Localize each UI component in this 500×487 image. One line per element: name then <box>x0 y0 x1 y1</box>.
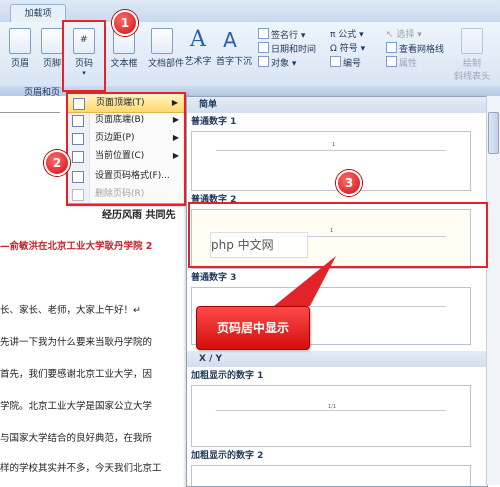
object-button[interactable]: 对象 ▾ <box>258 56 316 70</box>
gallery-item-bold-number-1[interactable]: 1/1 <box>191 385 471 447</box>
omega-icon: Ω <box>330 44 340 54</box>
gallery-item-plain-number-1[interactable]: 1 <box>191 131 471 191</box>
doc-paragraph: 与国家大学结合的良好典范，在我所 <box>0 433 153 444</box>
doc-subtitle: —俞敏洪在北京工业大学耿丹学院 2 <box>0 241 153 252</box>
thumb-number: 1/1 <box>328 404 337 410</box>
gallery-section-header: 简单 <box>187 97 487 113</box>
drop-cap-button[interactable]: A 首字下沉 <box>216 28 252 67</box>
footer-icon <box>41 28 63 54</box>
gallery-item-label: 普通数字 1 <box>191 117 237 127</box>
gallery-item-label: 加粗显示的数字 2 <box>191 451 264 461</box>
symbol-button[interactable]: Ω 符号 ▾ <box>330 42 365 56</box>
thumb-number: 1 <box>332 142 336 148</box>
doc-title: 经历风雨 共同先 <box>102 210 176 221</box>
view-gridlines-button[interactable]: 查看网格线 <box>386 42 444 56</box>
signature-icon <box>258 28 269 39</box>
thumb-line <box>216 150 446 151</box>
doc-paragraph: 长、家长、老师，大家上午好！↵ <box>0 305 141 316</box>
numbering-button[interactable]: 编号 <box>330 56 365 70</box>
thumb-line <box>216 410 446 411</box>
gallery-section-header: X / Y <box>187 351 487 367</box>
quick-parts-button[interactable]: 文档部件 <box>148 28 184 69</box>
properties-icon <box>386 56 397 67</box>
symbols-group: π 公式 ▾ Ω 符号 ▾ 编号 <box>330 28 365 70</box>
drop-cap-icon: A <box>223 28 237 52</box>
doc-paragraph: 学院。北京工业大学是国家公立大学 <box>0 401 153 412</box>
wordart-icon: A <box>190 27 206 52</box>
table-icon <box>461 28 483 54</box>
callout-label: 页码居中显示 <box>196 306 310 350</box>
calendar-icon <box>258 42 269 53</box>
gallery-item-label: 加粗显示的数字 1 <box>191 371 264 381</box>
step-badge-1: 1 <box>112 10 138 36</box>
highlight-box-page-number <box>62 20 106 92</box>
header-icon <box>9 28 31 54</box>
signature-line-button[interactable]: 签名行 ▾ <box>258 28 316 42</box>
doc-paragraph: 样的学校其实并不多，今天我们北京工 <box>0 463 162 474</box>
draw-diagonal-header-button[interactable]: 绘制 斜线表头 <box>452 28 492 82</box>
properties-button[interactable]: 属性 <box>386 56 444 70</box>
tab-addins[interactable]: 加载项 <box>10 4 66 23</box>
text-group-small: 签名行 ▾ 日期和时间 对象 ▾ <box>258 28 316 70</box>
gallery-scroll-thumb[interactable] <box>488 112 499 154</box>
step-badge-3: 3 <box>336 170 362 196</box>
gallery-scrollbar[interactable] <box>486 96 500 485</box>
hash-icon <box>330 56 341 67</box>
object-icon <box>258 56 269 67</box>
select-button[interactable]: ↖ 选择 ▾ <box>386 28 444 42</box>
step-badge-2: 2 <box>44 150 70 176</box>
date-time-button[interactable]: 日期和时间 <box>258 42 316 56</box>
arrange-group: ↖ 选择 ▾ 查看网格线 属性 <box>386 28 444 70</box>
highlight-box-menu <box>66 92 186 206</box>
grid-icon <box>386 42 397 53</box>
header-divider <box>0 112 60 113</box>
header-button[interactable]: 页眉 <box>6 28 34 69</box>
wordart-button[interactable]: A 艺术字 <box>184 27 212 68</box>
doc-paragraph: 首先，我们要感谢北京工业大学，因 <box>0 369 153 380</box>
gallery-item-bold-number-2[interactable] <box>191 465 471 486</box>
equation-button[interactable]: π 公式 ▾ <box>330 28 365 42</box>
doc-paragraph: 先讲一下我为什么要来当耿丹学院的 <box>0 337 153 348</box>
quick-parts-icon <box>151 28 173 54</box>
cursor-icon: ↖ <box>386 30 397 40</box>
callout-pointer-shape <box>274 256 336 306</box>
